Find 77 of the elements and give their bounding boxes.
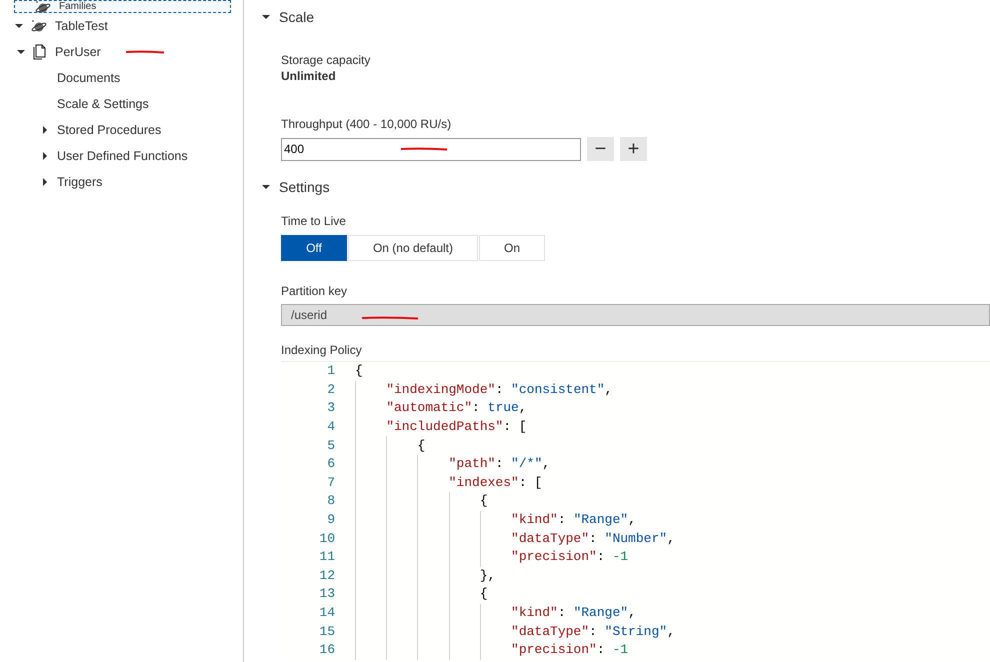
line-number: 7: [326, 474, 336, 491]
code-line: "kind": "Range",: [510, 512, 636, 528]
tree-item[interactable]: Families: [14, 0, 231, 13]
caret-right-icon[interactable]: [41, 178, 49, 186]
increment-button[interactable]: +: [620, 137, 647, 161]
tree-item[interactable]: User Defined Functions: [0, 143, 231, 169]
tree-label: Scale & Settings: [57, 96, 149, 113]
line-number: 10: [318, 530, 336, 547]
toggle-option[interactable]: On: [479, 235, 545, 261]
tree-label: Documents: [57, 70, 120, 87]
line-number: 3: [326, 400, 336, 416]
caret-down-icon[interactable]: [262, 183, 270, 191]
decrement-button[interactable]: −: [587, 137, 614, 161]
tree-item[interactable]: Documents: [0, 65, 231, 91]
toggle-option[interactable]: On (no default): [348, 235, 478, 261]
throughput-input[interactable]: 400: [284, 141, 324, 157]
caret-down-icon[interactable]: [15, 22, 23, 30]
section-title: Settings: [279, 178, 330, 197]
code-line: {: [478, 493, 488, 510]
tree-label: Triggers: [57, 174, 102, 191]
code-line: "precision": -1: [510, 549, 628, 566]
field-label: Partition key: [281, 283, 348, 299]
section-title: Scale: [279, 8, 314, 27]
field-label: Throughput (400 - 10,000 RU/s): [281, 116, 452, 132]
code-line: "dataType": "Number",: [510, 530, 675, 547]
line-number: 16: [318, 642, 336, 658]
caret-right-icon[interactable]: [41, 126, 49, 134]
code-line: "indexingMode": "consistent",: [385, 382, 612, 398]
toggle-option[interactable]: Off: [281, 235, 347, 261]
line-number: 12: [318, 568, 336, 584]
tree-item[interactable]: PerUser: [0, 39, 231, 65]
field-label: Indexing Policy: [281, 342, 363, 358]
line-number: 15: [318, 624, 336, 640]
tree-item[interactable]: Scale & Settings: [0, 91, 231, 117]
field-label: Storage capacity: [281, 52, 372, 68]
planet-icon: [31, 19, 47, 33]
line-number: 9: [326, 512, 336, 528]
line-number: 6: [326, 456, 336, 472]
code-line: },: [478, 568, 496, 584]
code-line: {: [355, 363, 363, 380]
line-number: 5: [326, 438, 336, 454]
line-number: 14: [318, 605, 336, 622]
line-number: 11: [318, 549, 336, 566]
tree-item[interactable]: TableTest: [0, 13, 231, 39]
tree-item[interactable]: Stored Procedures: [0, 117, 231, 143]
caret-down-icon[interactable]: [262, 13, 270, 21]
line-number: 1: [326, 363, 336, 380]
code-line: {: [416, 438, 426, 454]
code-line: "dataType": "String",: [510, 624, 675, 640]
code-line: "includedPaths": [: [385, 419, 527, 436]
field-label: Time to Live: [281, 213, 347, 229]
tree-label: Stored Procedures: [57, 122, 162, 139]
tree-label: User Defined Functions: [57, 148, 188, 165]
code-line: "indexes": [: [448, 474, 542, 491]
underline-mark: [361, 316, 420, 320]
partition-key-value: /userid: [291, 307, 328, 323]
code-line: "precision": -1: [510, 642, 628, 658]
line-number: 8: [326, 493, 336, 510]
tree-label: Families: [59, 1, 96, 12]
line-number: 13: [318, 586, 336, 602]
code-line: "path": "/*",: [448, 456, 550, 472]
code-line: "automatic": true,: [385, 400, 527, 416]
tree-item[interactable]: Triggers: [0, 169, 231, 195]
caret-down-icon[interactable]: [17, 48, 25, 56]
planet-icon: [35, 0, 51, 14]
underline-mark: [124, 50, 165, 54]
underline-mark: [400, 147, 448, 151]
throughput-field[interactable]: 400: [281, 138, 581, 160]
caret-right-icon[interactable]: [41, 152, 49, 160]
code-line: "kind": "Range",: [510, 605, 636, 622]
line-number: 4: [326, 419, 336, 436]
tree-label: TableTest: [55, 18, 108, 35]
tree-label: PerUser: [55, 44, 101, 61]
line-number: 2: [326, 382, 336, 398]
documents-icon: [33, 44, 47, 60]
storage-value: Unlimited: [281, 68, 337, 84]
code-line: {: [478, 586, 488, 602]
